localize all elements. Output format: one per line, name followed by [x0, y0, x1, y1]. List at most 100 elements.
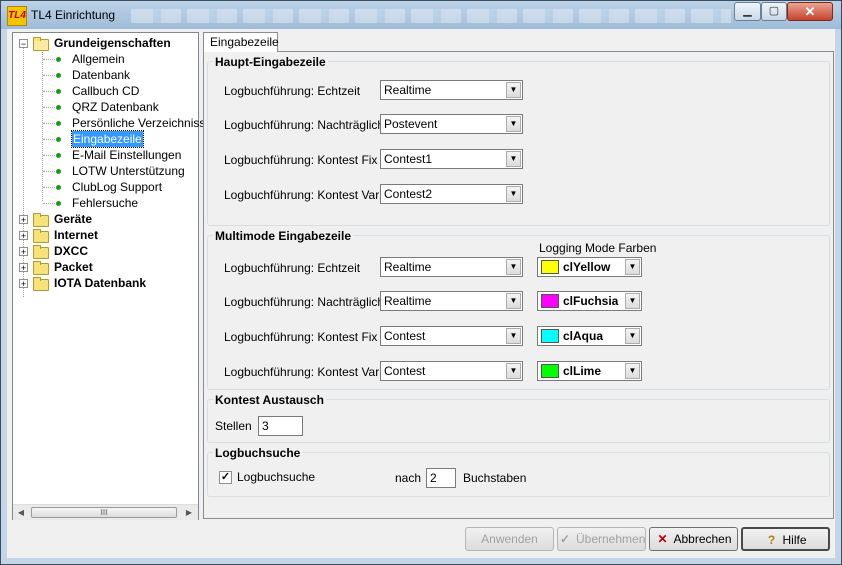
cancel-x-icon: ✕ [657, 532, 668, 546]
tree-node-label: Geräte [54, 212, 93, 226]
tree-connector [43, 203, 55, 204]
title-bar-background [131, 9, 731, 23]
expand-icon[interactable]: + [19, 247, 28, 257]
tree-item[interactable]: Datenbank [13, 67, 198, 83]
bullet-icon [56, 73, 61, 78]
multimode-row-label: Logbuchführung: Nachträglich [224, 295, 385, 309]
scroll-right-icon[interactable]: ▶ [182, 506, 196, 519]
dropdown-arrow-icon[interactable]: ▼ [506, 363, 521, 379]
tree-node-grundeigenschaften[interactable]: − Grundeigenschaften [13, 35, 198, 51]
tree-node-label: DXCC [54, 244, 89, 258]
dropdown-arrow-icon[interactable]: ▼ [625, 293, 640, 309]
tree-item-label: Persönliche Verzeichnisse. [72, 116, 216, 130]
tree-item-label: Fehlersuche [72, 196, 139, 210]
color-select[interactable]: clFuchsia ▼ [537, 291, 642, 311]
apply-button[interactable]: Anwenden [465, 527, 554, 551]
expand-icon[interactable]: + [19, 231, 28, 241]
help-button[interactable]: ? Hilfe [741, 527, 830, 551]
tree-item[interactable]: QRZ Datenbank [13, 99, 198, 115]
bullet-icon [56, 105, 61, 110]
color-select[interactable]: clLime ▼ [537, 361, 642, 381]
combo-value: Contest [384, 364, 426, 378]
dropdown-arrow-icon[interactable]: ▼ [625, 259, 640, 275]
collapse-icon[interactable]: − [19, 39, 28, 49]
tree-node-collapsed[interactable]: + Internet [13, 227, 198, 243]
help-icon: ? [767, 533, 776, 547]
tree-node-collapsed[interactable]: + DXCC [13, 243, 198, 259]
expand-icon[interactable]: + [19, 263, 28, 273]
haupt-mode-select[interactable]: Postevent ▼ [380, 114, 523, 134]
dropdown-arrow-icon[interactable]: ▼ [625, 363, 640, 379]
tree-item[interactable]: Fehlersuche [13, 195, 198, 211]
combo-value: Realtime [384, 83, 432, 97]
tree-item-label: QRZ Datenbank [72, 100, 159, 114]
tree-node-label: Internet [54, 228, 99, 242]
group-title-multimode: Multimode Eingabezeile [213, 229, 354, 243]
tree-horizontal-scrollbar[interactable]: ◀ III ▶ [13, 504, 198, 520]
tab-eingabezeile[interactable]: Eingabezeile [203, 32, 279, 52]
dropdown-arrow-icon[interactable]: ▼ [506, 328, 521, 344]
haupt-mode-select[interactable]: Contest2 ▼ [380, 184, 523, 204]
maximize-button[interactable]: ▢ [761, 2, 787, 21]
tree-item[interactable]: LOTW Unterstützung [13, 163, 198, 179]
multimode-mode-select[interactable]: Realtime ▼ [380, 291, 523, 311]
tree-item[interactable]: Eingabezeile [13, 130, 198, 148]
color-select[interactable]: clYellow ▼ [537, 257, 642, 277]
accept-button[interactable]: ✓ Übernehmen [557, 527, 646, 551]
window-title: TL4 Einrichtung [31, 8, 116, 22]
dropdown-arrow-icon[interactable]: ▼ [506, 82, 521, 98]
tree-item[interactable]: Callbuch CD [13, 83, 198, 99]
cancel-button[interactable]: ✕ Abbrechen [649, 527, 738, 551]
combo-value: Realtime [384, 294, 432, 308]
tree-node-label: Packet [54, 260, 93, 274]
scroll-left-icon[interactable]: ◀ [14, 506, 28, 519]
dropdown-arrow-icon[interactable]: ▼ [506, 116, 521, 132]
scroll-thumb[interactable]: III [31, 507, 177, 518]
tree-item[interactable]: E-Mail Einstellungen [13, 147, 198, 163]
tree-node-collapsed[interactable]: + Geräte [13, 211, 198, 227]
logbuchsuche-label[interactable]: Logbuchsuche [237, 470, 315, 484]
dropdown-arrow-icon[interactable]: ▼ [506, 293, 521, 309]
haupt-row-label: Logbuchführung: Kontest Fix [224, 153, 378, 167]
app-icon: TL4 [7, 6, 27, 26]
tree-connector [43, 171, 55, 172]
dropdown-arrow-icon[interactable]: ▼ [506, 259, 521, 275]
expand-icon[interactable]: + [19, 279, 28, 289]
stellen-input[interactable]: 3 [258, 416, 303, 436]
bullet-icon [56, 201, 61, 206]
combo-value: clAqua [563, 329, 604, 343]
haupt-row-label: Logbuchführung: Nachträglich [224, 118, 385, 132]
tree-item[interactable]: Persönliche Verzeichnisse. [13, 115, 215, 131]
tree-node-collapsed[interactable]: + IOTA Datenbank [13, 275, 198, 291]
group-title-logbuchsuche: Logbuchsuche [213, 446, 303, 460]
tree-node-collapsed[interactable]: + Packet [13, 259, 198, 275]
haupt-mode-select[interactable]: Contest1 ▼ [380, 149, 523, 169]
haupt-row-label: Logbuchführung: Echtzeit [224, 84, 361, 98]
logbuchsuche-checkbox[interactable]: ✓ [219, 471, 232, 484]
dropdown-arrow-icon[interactable]: ▼ [625, 328, 640, 344]
multimode-mode-select[interactable]: Contest ▼ [380, 361, 523, 381]
dropdown-arrow-icon[interactable]: ▼ [506, 186, 521, 202]
nach-input[interactable]: 2 [426, 468, 456, 488]
folder-icon [33, 261, 49, 275]
color-select[interactable]: clAqua ▼ [537, 326, 642, 346]
close-button[interactable]: ✕ [787, 2, 833, 21]
multimode-mode-select[interactable]: Contest ▼ [380, 326, 523, 346]
expand-icon[interactable]: + [19, 215, 28, 225]
title-bar[interactable]: TL4 TL4 Einrichtung ▁ ▢ ✕ [1, 1, 841, 29]
tree-item[interactable]: ClubLog Support [13, 179, 198, 195]
dropdown-arrow-icon[interactable]: ▼ [506, 151, 521, 167]
stellen-label: Stellen [215, 419, 252, 433]
haupt-row-label: Logbuchführung: Kontest Var [224, 188, 380, 202]
tree-node-label: IOTA Datenbank [54, 276, 147, 290]
minimize-button[interactable]: ▁ [734, 2, 761, 21]
haupt-mode-select[interactable]: Realtime ▼ [380, 80, 523, 100]
multimode-row-label: Logbuchführung: Kontest Var [224, 365, 380, 379]
tree-item[interactable]: Allgemein [13, 51, 198, 67]
settings-tree[interactable]: − Grundeigenschaften Allgemein Datenbank C… [12, 32, 215, 520]
tree-item-label: E-Mail Einstellungen [72, 148, 182, 162]
multimode-mode-select[interactable]: Realtime ▼ [380, 257, 523, 277]
tree-connector [43, 123, 55, 124]
apply-button-label: Anwenden [481, 532, 538, 546]
bullet-icon [56, 153, 61, 158]
